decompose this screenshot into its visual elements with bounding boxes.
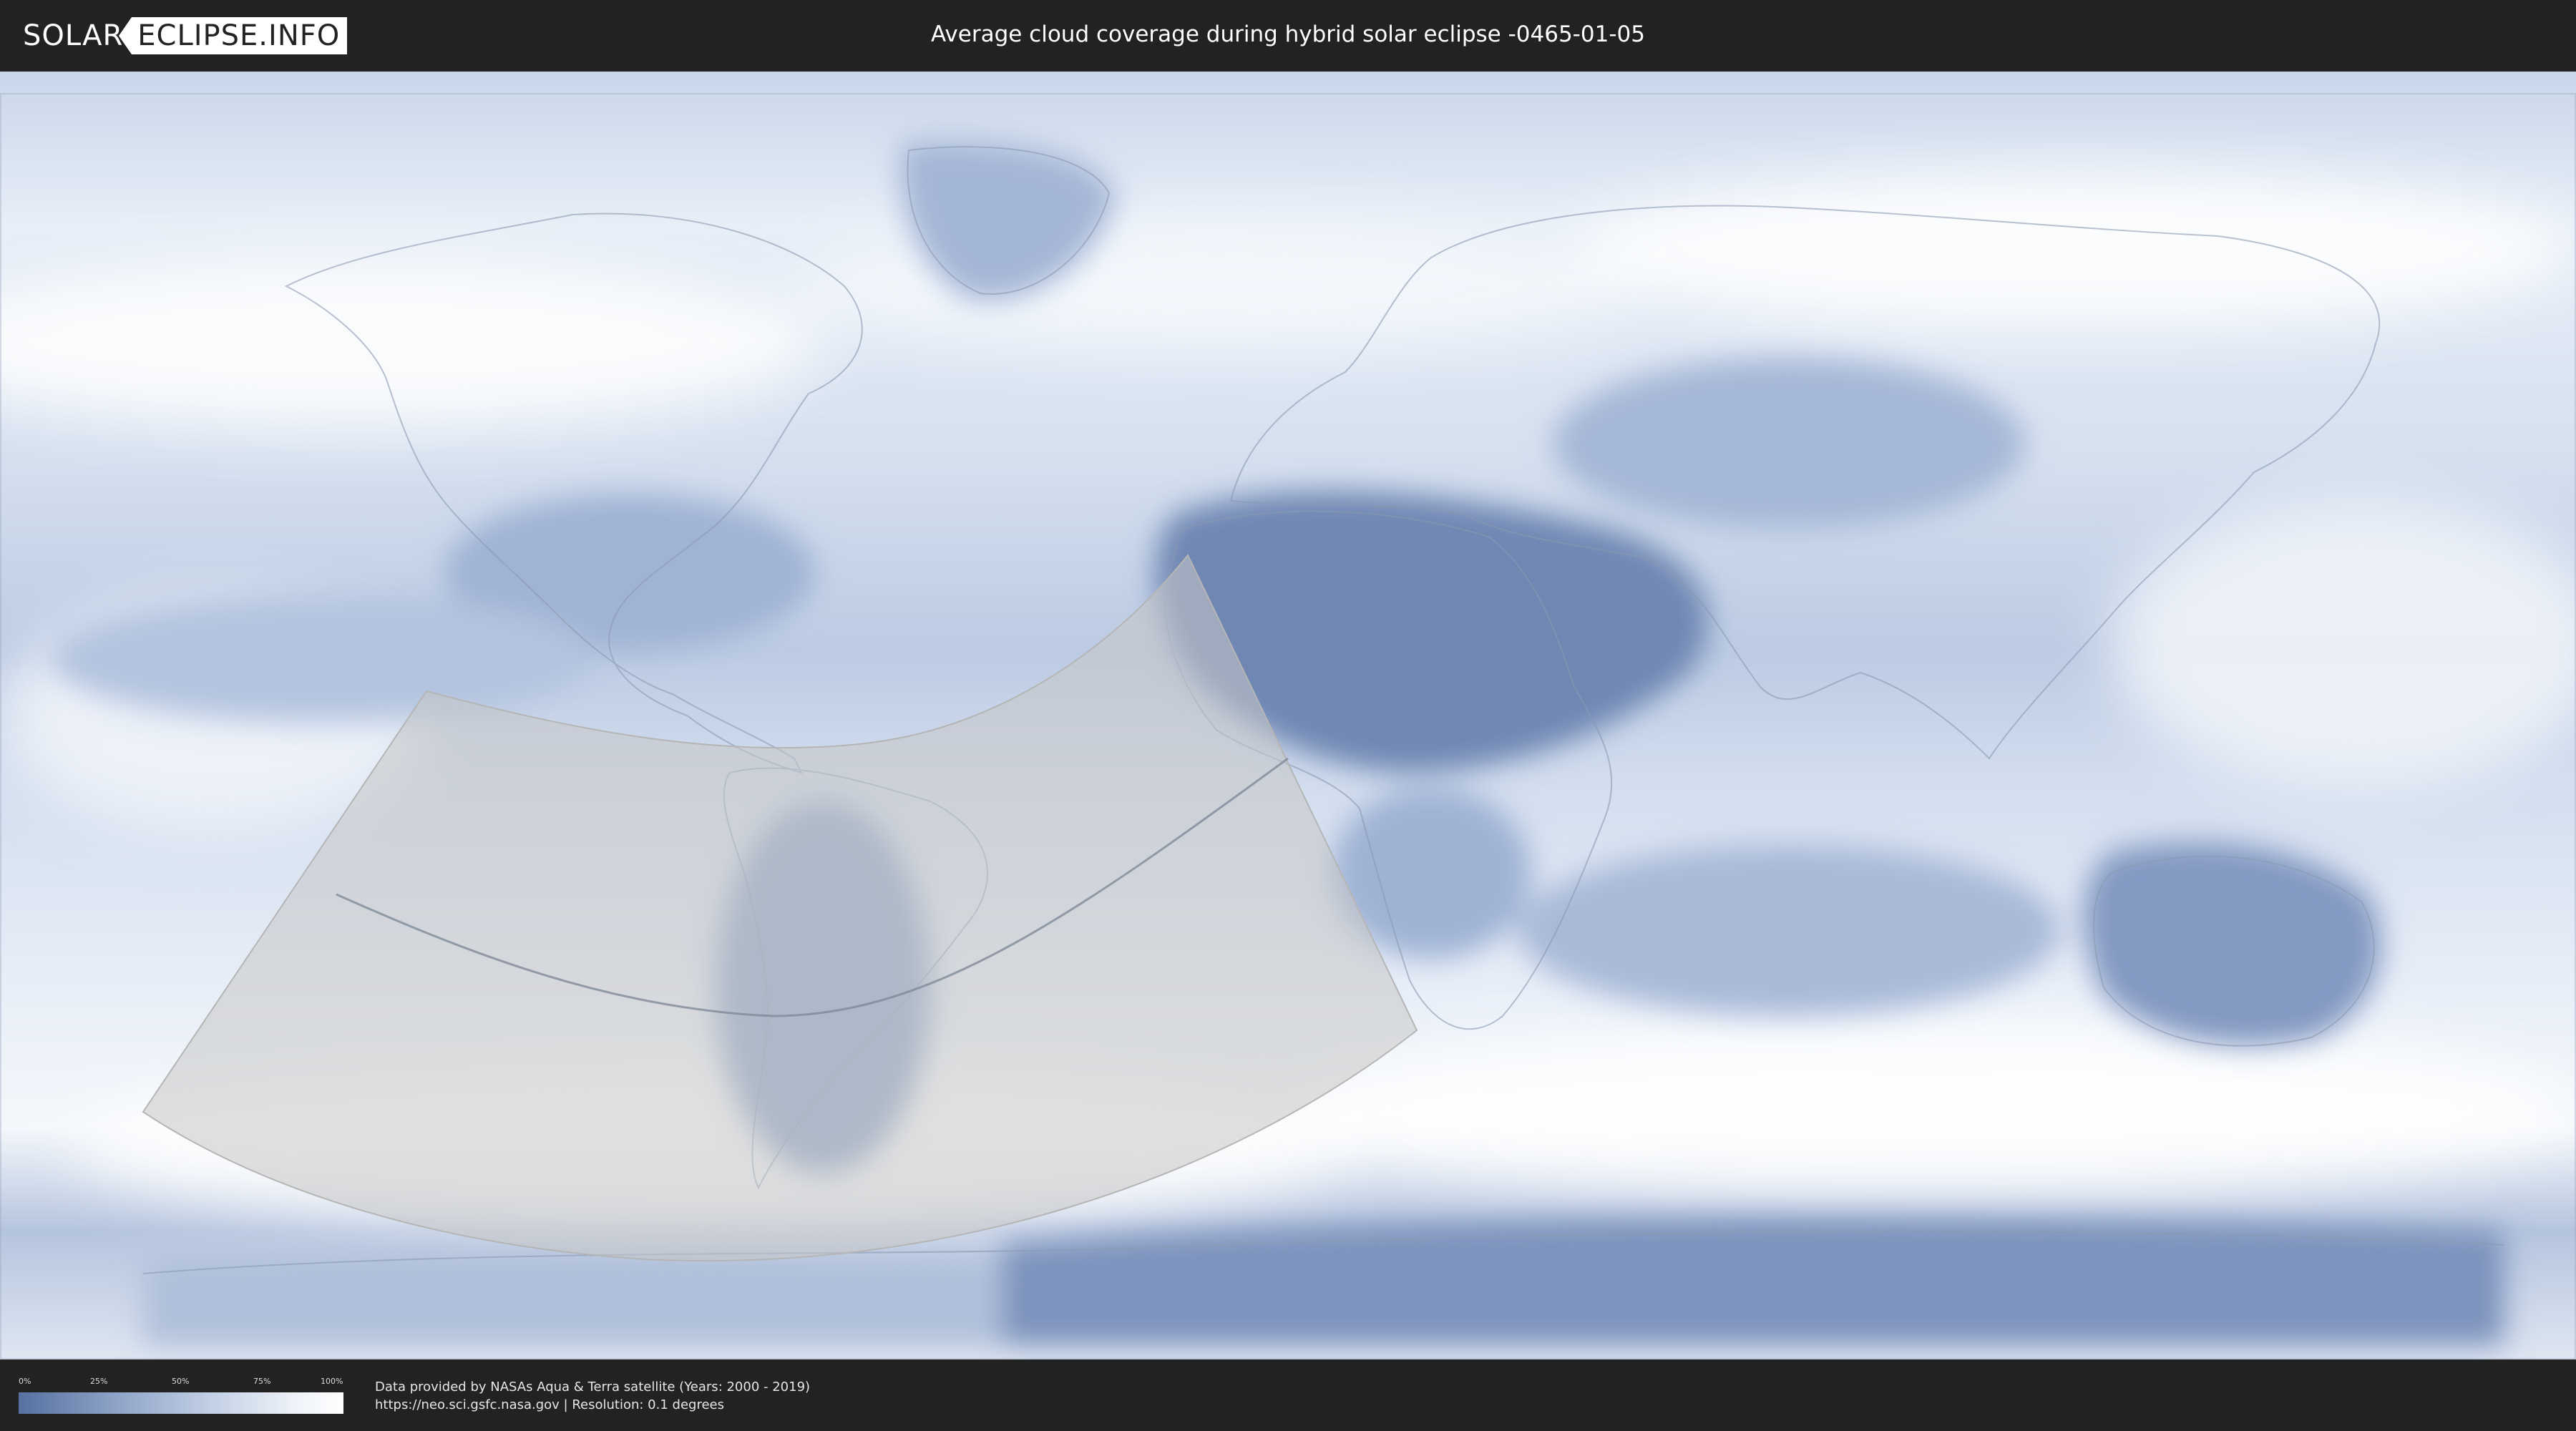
legend-tick-100: 100% bbox=[321, 1377, 343, 1386]
app-root: SOLAR ECLIPSE.INFO Average cloud coverag… bbox=[0, 0, 2576, 1431]
cloud-coverage-legend: 0% 25% 50% 75% 100% bbox=[19, 1377, 343, 1414]
world-map-svg bbox=[0, 72, 2576, 1359]
cloud-coverage-map bbox=[0, 72, 2576, 1359]
legend-tick-25: 25% bbox=[90, 1377, 108, 1386]
header-bar: SOLAR ECLIPSE.INFO Average cloud coverag… bbox=[0, 0, 2576, 72]
footer-bar: 0% 25% 50% 75% 100% Data provided by NAS… bbox=[0, 1359, 2576, 1431]
legend-tick-50: 50% bbox=[172, 1377, 190, 1386]
legend-color-bar bbox=[19, 1392, 343, 1414]
data-credits: Data provided by NASAs Aqua & Terra sate… bbox=[375, 1378, 810, 1414]
credits-line-url: https://neo.sci.gsfc.nasa.gov | Resoluti… bbox=[375, 1397, 724, 1412]
legend-tick-0: 0% bbox=[19, 1377, 31, 1386]
page-title: Average cloud coverage during hybrid sol… bbox=[931, 21, 1645, 47]
legend-tick-75: 75% bbox=[253, 1377, 271, 1386]
credits-line-source: Data provided by NASAs Aqua & Terra sate… bbox=[375, 1379, 811, 1395]
